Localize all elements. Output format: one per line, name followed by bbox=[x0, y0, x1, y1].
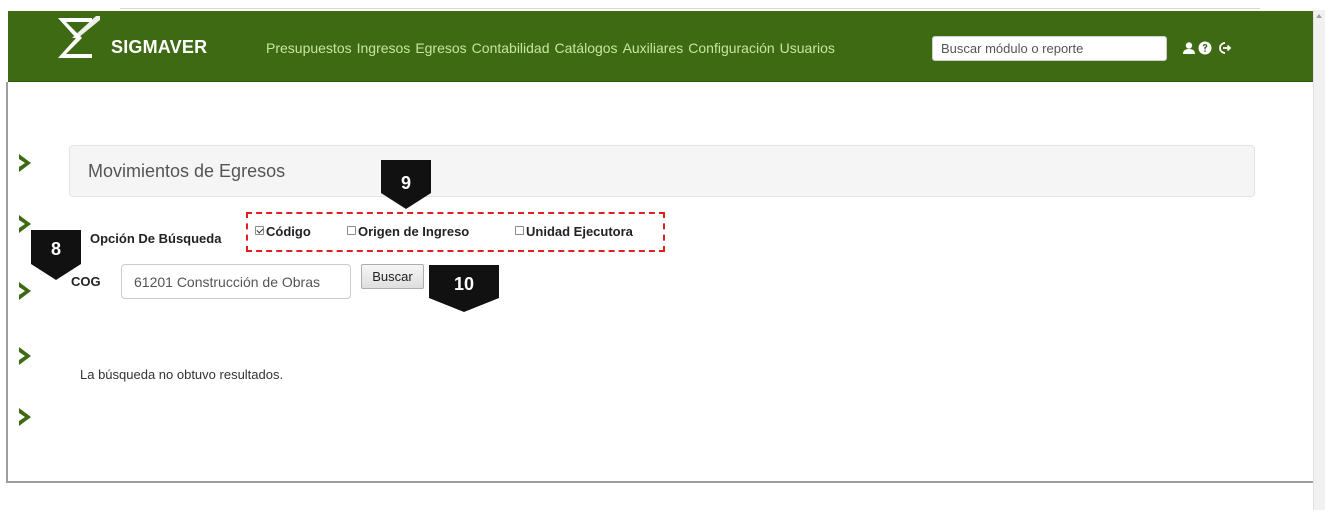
top-strip bbox=[0, 0, 1325, 10]
menu-item-configuracion[interactable]: Configuración bbox=[688, 40, 774, 56]
main-menu: Presupuestos Ingresos Egresos Contabilid… bbox=[266, 40, 840, 56]
brand-name[interactable]: SIGMAVER bbox=[111, 37, 207, 58]
chevron-right-icon bbox=[19, 408, 31, 426]
app-window: SIGMAVER Presupuestos Ingresos Egresos C… bbox=[0, 0, 1325, 510]
menu-item-contabilidad[interactable]: Contabilidad bbox=[472, 40, 550, 56]
callout-8: 8 bbox=[31, 230, 81, 282]
menu-item-presupuestos[interactable]: Presupuestos bbox=[266, 40, 352, 56]
window-left-border bbox=[6, 82, 8, 482]
chevron-right-icon bbox=[19, 154, 31, 172]
navbar: SIGMAVER Presupuestos Ingresos Egresos C… bbox=[8, 11, 1313, 82]
menu-item-catalogos[interactable]: Catálogos bbox=[555, 40, 618, 56]
cog-input[interactable] bbox=[121, 264, 351, 299]
vertical-scrollbar[interactable] bbox=[1313, 10, 1325, 510]
menu-item-auxiliares[interactable]: Auxiliares bbox=[623, 40, 684, 56]
menu-item-ingresos[interactable]: Ingresos bbox=[357, 40, 411, 56]
menu-item-egresos[interactable]: Egresos bbox=[415, 40, 466, 56]
window-bottom-border bbox=[6, 481, 1313, 483]
checkbox-unidad-ejecutora[interactable] bbox=[515, 226, 524, 235]
chevron-right-icon bbox=[19, 347, 31, 365]
option-origen-ingreso-label: Origen de Ingreso bbox=[358, 224, 470, 239]
top-divider bbox=[120, 8, 1260, 9]
checkbox-origen-ingreso[interactable] bbox=[347, 226, 356, 235]
no-results-message: La búsqueda no obtuvo resultados. bbox=[80, 367, 284, 382]
page-title: Movimientos de Egresos bbox=[88, 161, 286, 181]
help-circle-icon[interactable] bbox=[1198, 41, 1212, 55]
module-search-input[interactable] bbox=[932, 36, 1167, 61]
page-header-panel: Movimientos de Egresos bbox=[69, 145, 1255, 197]
logout-icon[interactable] bbox=[1218, 41, 1232, 55]
option-unidad-ejecutora[interactable]: Unidad Ejecutora bbox=[515, 224, 633, 239]
callout-10: 10 bbox=[429, 265, 499, 313]
search-option-label: Opción De Búsqueda bbox=[90, 231, 222, 246]
option-codigo[interactable]: Código bbox=[255, 224, 311, 239]
callout-9-number: 9 bbox=[400, 173, 411, 193]
scroll-up-arrow-icon[interactable] bbox=[1316, 14, 1322, 18]
option-unidad-ejecutora-label: Unidad Ejecutora bbox=[526, 224, 633, 239]
menu-item-usuarios[interactable]: Usuarios bbox=[780, 40, 835, 56]
user-icon[interactable] bbox=[1182, 41, 1196, 55]
checkbox-codigo[interactable] bbox=[255, 226, 264, 235]
search-button[interactable]: Buscar bbox=[361, 264, 424, 289]
sigmaver-logo-icon[interactable] bbox=[52, 14, 108, 64]
callout-9: 9 bbox=[381, 160, 431, 210]
callout-10-number: 10 bbox=[453, 274, 475, 294]
option-codigo-label: Código bbox=[266, 224, 311, 239]
chevron-right-icon bbox=[19, 282, 31, 300]
callout-8-number: 8 bbox=[50, 239, 61, 259]
option-origen-ingreso[interactable]: Origen de Ingreso bbox=[347, 224, 469, 239]
